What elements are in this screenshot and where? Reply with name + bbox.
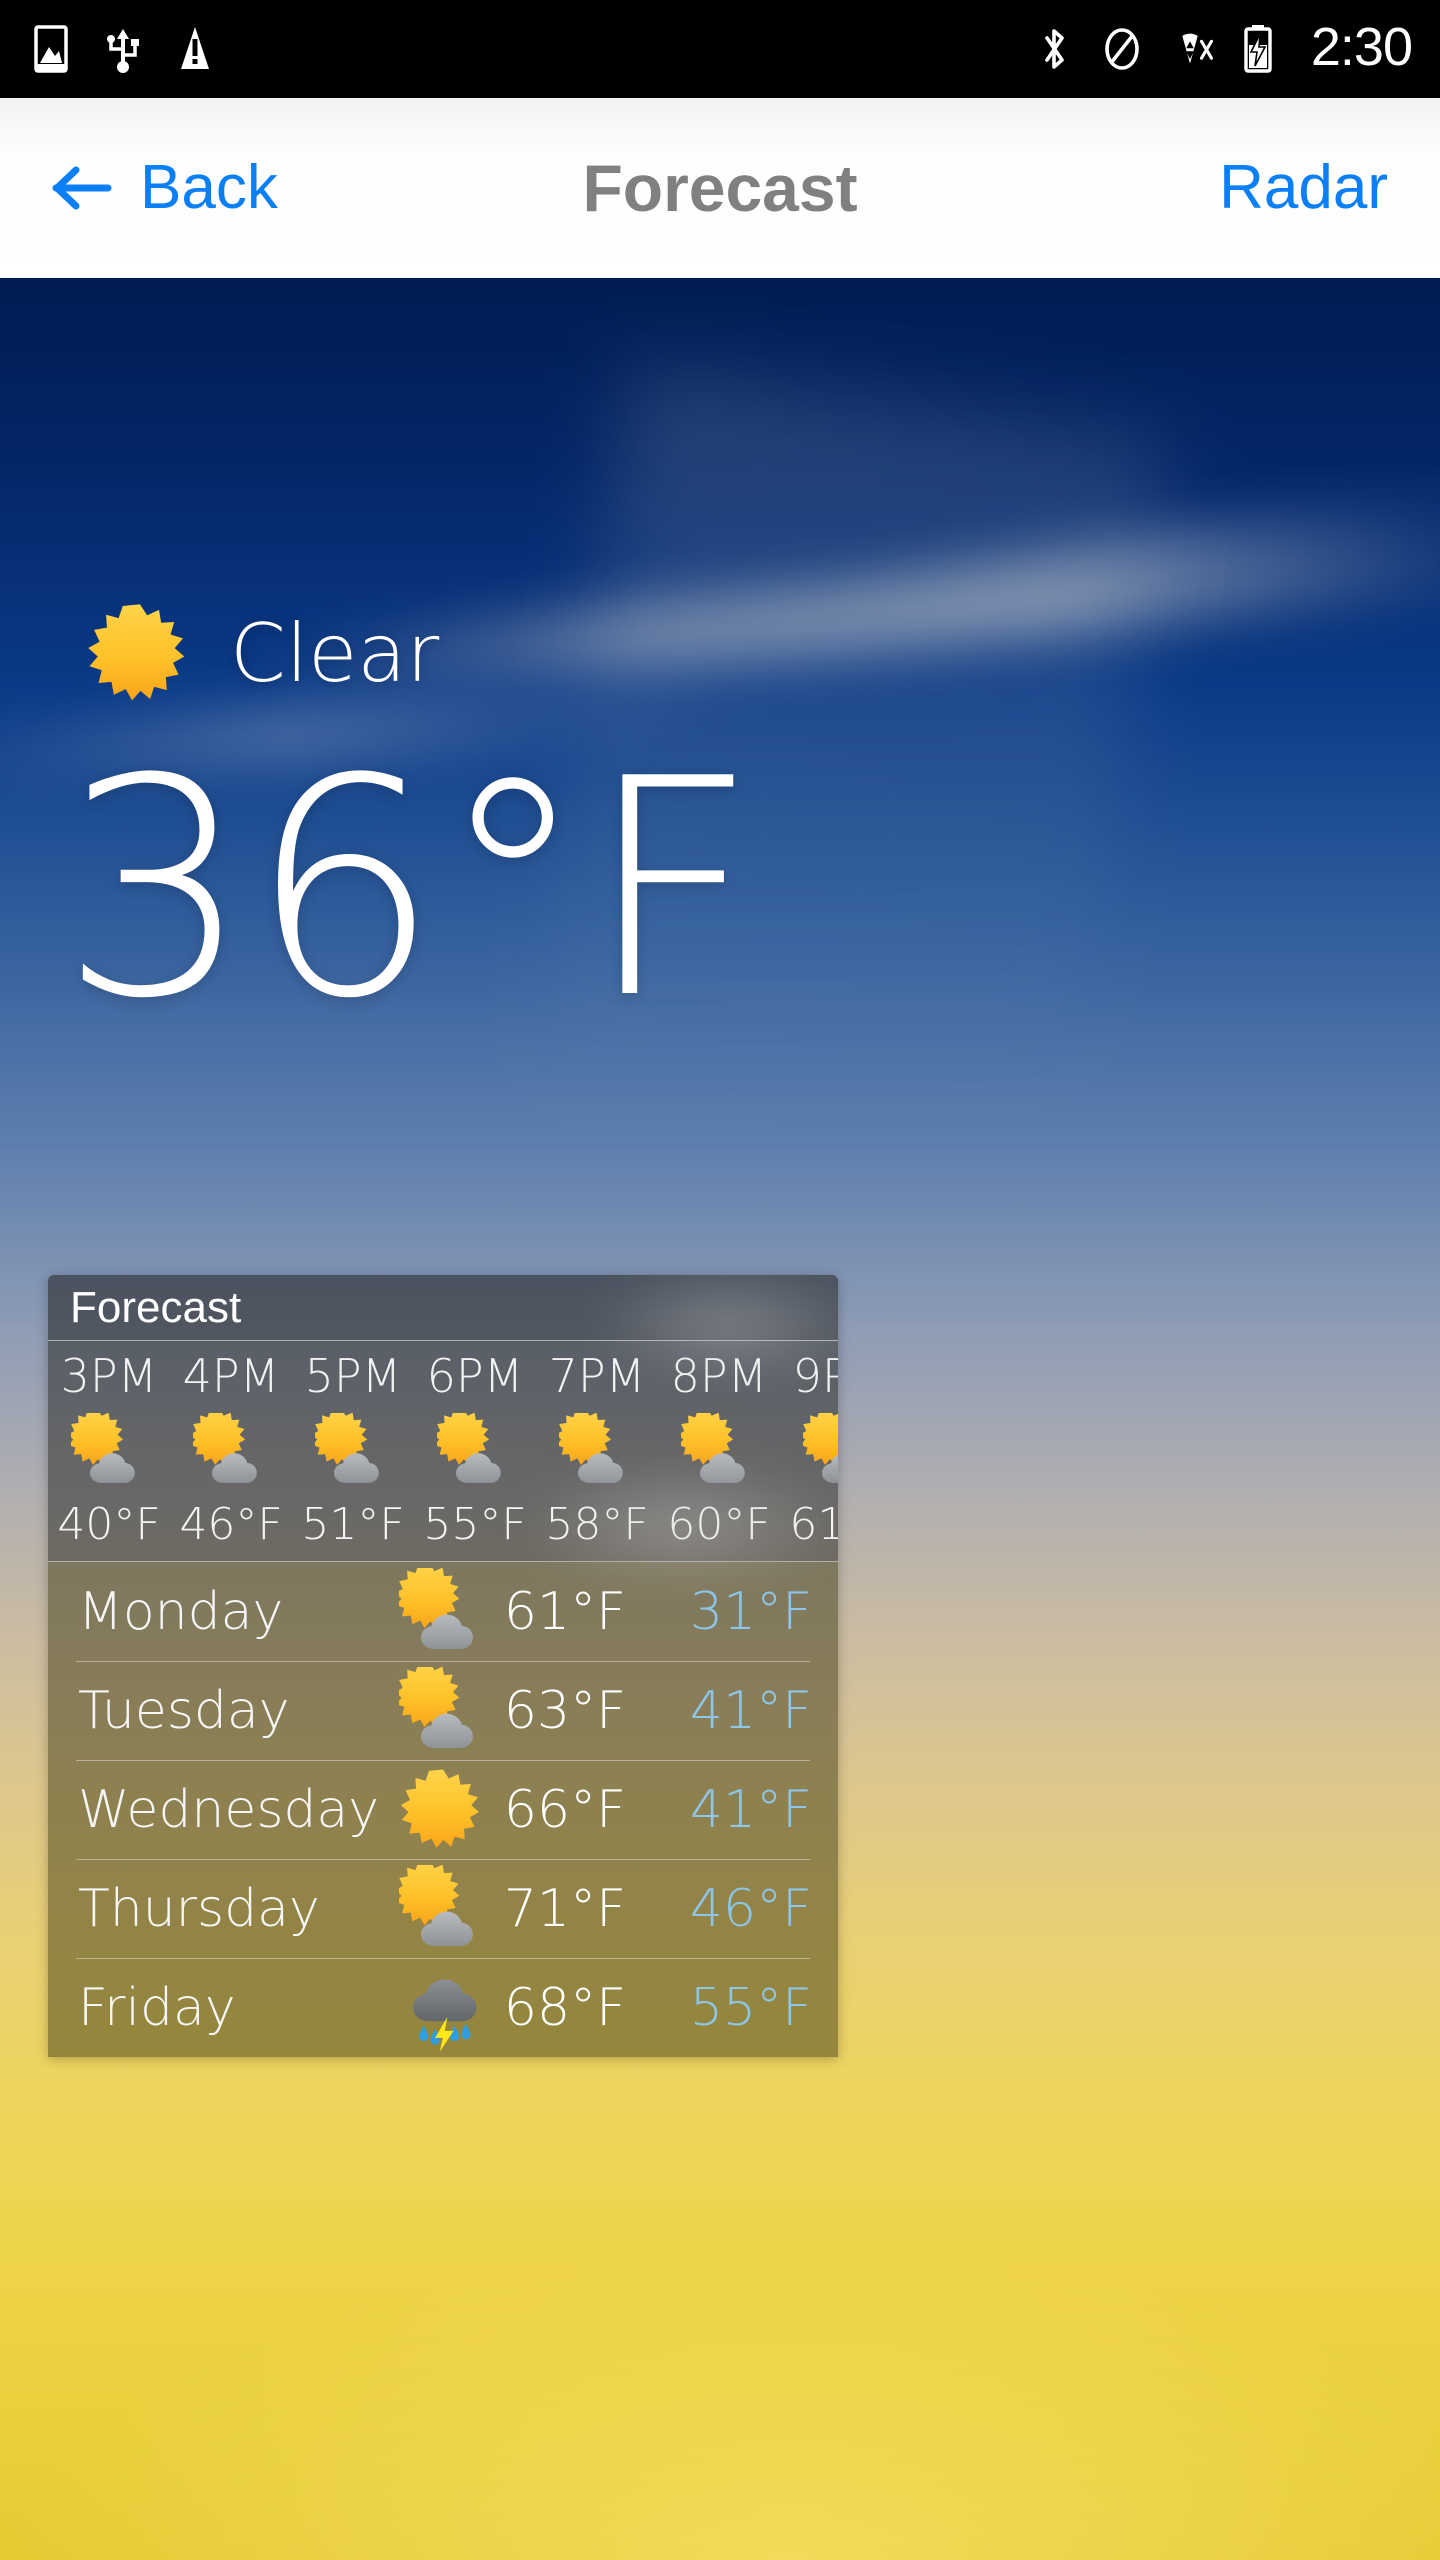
hourly-forecast-cell[interactable]: 8PM 60°F (658, 1353, 780, 1547)
hourly-temp: 55°F (423, 1499, 527, 1550)
wifi-off-icon (1167, 23, 1213, 75)
back-button[interactable]: Back (0, 157, 278, 219)
hourly-forecast-cell[interactable]: 9PM61°F (780, 1353, 838, 1547)
day-high-temp: 63°F (503, 1680, 626, 1741)
hourly-temp: 61°F (789, 1499, 838, 1550)
day-name: Tuesday (78, 1680, 290, 1741)
day-low-temp: 41°F (689, 1779, 812, 1840)
forecast-panel-header: Forecast (48, 1275, 838, 1341)
day-high-temp: 68°F (503, 1977, 626, 2038)
day-high-temp: 71°F (503, 1878, 626, 1939)
weather-app-screen: Clear 36°F Forecast 3PM 40°F 4PM 46°F 5PM 51°… (0, 0, 1440, 2560)
sun-behind-cloud-icon (315, 1413, 391, 1489)
do-not-disturb-icon (1099, 23, 1145, 75)
sun-behind-cloud-icon (559, 1413, 635, 1489)
hourly-forecast-cell[interactable]: 3PM 40°F (48, 1353, 170, 1547)
day-name: Wednesday (78, 1779, 380, 1840)
hourly-temp: 51°F (301, 1499, 405, 1550)
hourly-temp: 46°F (179, 1499, 283, 1550)
hourly-time: 7PM (548, 1349, 646, 1403)
hourly-forecast-cell[interactable]: 4PM 46°F (170, 1353, 292, 1547)
day-temperatures: 71°F 46°F (474, 1883, 812, 1935)
daily-forecast-row[interactable]: Friday 68°F 55°F (48, 1958, 838, 2057)
daily-forecast-row[interactable]: Thursday 71°F 46°F (48, 1859, 838, 1958)
sun-behind-cloud-icon (437, 1413, 513, 1489)
sun-behind-cloud-icon (399, 1568, 487, 1656)
warning-triangle-icon (172, 23, 218, 75)
navigation-bar: Back Forecast Radar (0, 98, 1440, 278)
sun-behind-cloud-icon (193, 1413, 269, 1489)
status-bar-right-icons: 2:30 (1031, 17, 1413, 78)
hourly-temp: 40°F (57, 1499, 161, 1550)
sun-behind-cloud-icon (803, 1413, 838, 1489)
arrow-left-icon (50, 160, 114, 216)
image-icon (28, 23, 74, 75)
daily-forecast-row[interactable]: Wednesday 66°F 41°F (48, 1760, 838, 1859)
radar-button[interactable]: Radar (1219, 157, 1440, 219)
hourly-forecast-scroller[interactable]: 3PM 40°F 4PM 46°F 5PM 51°F 6PM 55°F 7PM 58°F 8PM 60… (48, 1341, 838, 1562)
hourly-forecast-cell[interactable]: 7PM 58°F (536, 1353, 658, 1547)
current-condition-row: Clear (0, 278, 1440, 708)
forecast-panel: Forecast 3PM 40°F 4PM 46°F 5PM 51°F 6PM 55°F 7PM… (48, 1275, 838, 2057)
daily-forecast-list[interactable]: Monday 61°F 31°F Tuesday 63°F 41°F Wednesday 66… (48, 1275, 838, 2057)
sun-behind-cloud-icon (71, 1413, 147, 1489)
hourly-forecast-strip[interactable]: 3PM 40°F 4PM 46°F 5PM 51°F 6PM 55°F 7PM 58°F 8PM 60… (48, 1341, 838, 1561)
day-low-temp: 55°F (689, 1977, 812, 2038)
battery-charging-icon (1235, 23, 1281, 75)
hourly-time: 3PM (60, 1349, 158, 1403)
status-bar-clock: 2:30 (1310, 17, 1413, 77)
current-condition-label: Clear (230, 607, 440, 700)
day-high-temp: 61°F (503, 1581, 626, 1642)
thunderstorm-icon (399, 1964, 487, 2052)
day-temperatures: 66°F 41°F (474, 1784, 812, 1836)
day-temperatures: 68°F 55°F (474, 1982, 812, 2034)
status-bar-left-icons (28, 23, 218, 75)
day-name: Friday (78, 1977, 236, 2038)
sun-icon (399, 1766, 487, 1854)
hourly-temp: 58°F (545, 1499, 649, 1550)
sun-behind-cloud-icon (681, 1413, 757, 1489)
day-temperatures: 63°F 41°F (474, 1685, 812, 1737)
day-low-temp: 31°F (689, 1581, 812, 1642)
daily-forecast-row[interactable]: Tuesday 63°F 41°F (48, 1661, 838, 1760)
day-low-temp: 41°F (689, 1680, 812, 1741)
day-name: Thursday (78, 1878, 320, 1939)
hourly-time: 6PM (426, 1349, 524, 1403)
current-conditions: Clear 36°F (0, 278, 1440, 1047)
day-temperatures: 61°F 31°F (474, 1586, 812, 1638)
bluetooth-icon (1031, 23, 1077, 75)
sun-behind-cloud-icon (399, 1667, 487, 1755)
hourly-time: 9PM (792, 1349, 838, 1403)
hourly-time: 8PM (670, 1349, 768, 1403)
back-button-label: Back (140, 153, 278, 222)
hourly-temp: 60°F (667, 1499, 771, 1550)
hourly-forecast-cell[interactable]: 5PM 51°F (292, 1353, 414, 1547)
current-temperature: 36°F (60, 715, 758, 1064)
day-low-temp: 46°F (689, 1878, 812, 1939)
hourly-time: 4PM (182, 1349, 280, 1403)
status-bar: 2:30 (0, 0, 1440, 98)
sun-icon (86, 600, 194, 708)
daily-forecast-row[interactable]: Monday 61°F 31°F (48, 1562, 838, 1661)
hourly-forecast-cell[interactable]: 6PM 55°F (414, 1353, 536, 1547)
day-name: Monday (78, 1581, 284, 1642)
usb-icon (100, 23, 146, 75)
hourly-time: 5PM (304, 1349, 402, 1403)
forecast-panel-title: Forecast (70, 1282, 242, 1332)
day-high-temp: 66°F (503, 1779, 626, 1840)
sun-behind-cloud-icon (399, 1865, 487, 1953)
